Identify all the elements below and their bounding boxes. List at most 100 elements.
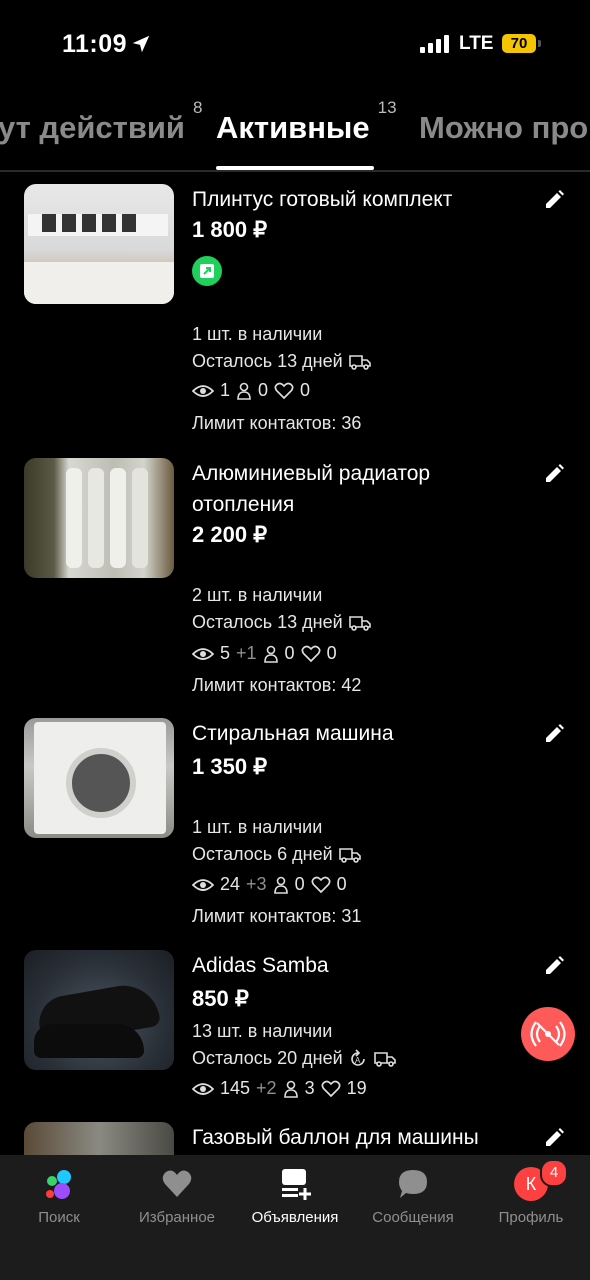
nav-ads[interactable]: Объявления — [236, 1155, 354, 1255]
tab-count: 13 — [377, 97, 397, 117]
listing-photo[interactable] — [24, 458, 174, 578]
nav-label: Поиск — [38, 1209, 80, 1226]
stock-text: 1 шт. в наличии — [192, 817, 323, 837]
tab-count: 8 — [192, 97, 203, 117]
contacts-count: 3 — [304, 1078, 315, 1098]
days-left-row: Осталось 13 дней — [192, 351, 372, 372]
network-type: LTE — [459, 33, 494, 54]
status-tabs: ут действий 8 Активные 13 Можно про — [0, 96, 590, 172]
nav-label: Профиль — [498, 1209, 564, 1226]
favorites-count: 0 — [326, 643, 337, 663]
listings-icon — [282, 1169, 311, 1200]
views-delta: +3 — [246, 874, 267, 894]
status-bar: 11:09 LTE 70 — [0, 0, 590, 90]
listing-photo[interactable] — [24, 718, 174, 838]
favorites-count: 0 — [336, 874, 347, 894]
person-icon — [273, 876, 288, 894]
listing-photo[interactable] — [24, 184, 174, 304]
autorenew-icon: A — [350, 1049, 365, 1067]
views-count: 1 — [220, 380, 231, 400]
broadcast-fab[interactable] — [521, 1007, 575, 1061]
nav-search[interactable]: Поиск — [0, 1155, 118, 1255]
battery-icon: 70 — [502, 34, 536, 53]
divider — [0, 170, 590, 172]
delivery-truck-icon — [373, 1052, 396, 1068]
favorites-count: 19 — [346, 1078, 367, 1098]
listing-title[interactable]: Плинтус готовый комплект — [192, 184, 522, 215]
contacts-count: 0 — [294, 874, 305, 894]
location-arrow-icon — [132, 35, 150, 53]
listing-price: 2 200 ₽ — [192, 522, 268, 547]
contact-limit: Лимит контактов: 36 — [192, 413, 362, 433]
stats-row: 5 +1 0 0 — [192, 643, 337, 664]
stats-row: 145 +2 3 19 — [192, 1078, 367, 1099]
days-left-text: Осталось 13 дней — [192, 351, 343, 371]
stock-text: 1 шт. в наличии — [192, 324, 323, 344]
nav-favorites[interactable]: Избранное — [118, 1155, 236, 1255]
pencil-icon[interactable] — [542, 722, 566, 746]
tab-label: Активные — [216, 110, 370, 145]
favorites-count: 0 — [300, 380, 311, 400]
bottom-nav: Поиск Избранное Объявления Сообщения К 4… — [0, 1155, 590, 1280]
tab-label: ут действий — [0, 110, 185, 145]
listing-photo[interactable] — [24, 950, 174, 1070]
heart-icon — [321, 1080, 341, 1097]
chat-bubble-icon — [399, 1170, 427, 1198]
pencil-icon[interactable] — [542, 462, 566, 486]
contact-limit: Лимит контактов: 31 — [192, 906, 362, 926]
views-count: 145 — [220, 1078, 251, 1098]
nav-label: Избранное — [138, 1209, 216, 1226]
views-delta: +1 — [236, 643, 257, 663]
listing-photo[interactable] — [24, 1122, 174, 1155]
views-count: 24 — [220, 874, 241, 894]
heart-icon — [301, 645, 321, 662]
person-icon — [283, 1080, 298, 1098]
eye-icon — [192, 878, 214, 891]
nav-profile[interactable]: К 4 Профиль — [472, 1155, 590, 1255]
views-count: 5 — [220, 643, 231, 663]
signal-icon — [420, 35, 450, 53]
nav-label: Объявления — [251, 1209, 339, 1226]
days-left-text: Осталось 20 дней — [192, 1048, 343, 1068]
stats-row: 1 0 0 — [192, 380, 310, 401]
battery-tip — [538, 40, 541, 47]
tab-label: Можно про — [419, 110, 589, 145]
eye-icon — [192, 647, 214, 660]
days-left-text: Осталось 6 дней — [192, 844, 333, 864]
heart-icon — [274, 382, 294, 399]
days-left-row: Осталось 20 дней A — [192, 1048, 397, 1069]
tab-can-promote[interactable]: Можно про — [419, 110, 588, 146]
person-icon — [263, 645, 278, 663]
listing-price: 850 ₽ — [192, 986, 249, 1011]
days-left-row: Осталось 6 дней — [192, 844, 362, 865]
tab-awaiting-action[interactable]: ут действий 8 — [0, 98, 202, 146]
listing-title[interactable]: Газовый баллон для машины — [192, 1122, 522, 1153]
promo-arrow-icon[interactable] — [192, 256, 222, 286]
listing-title[interactable]: Adidas Samba — [192, 950, 522, 981]
broadcast-off-icon — [530, 1021, 566, 1047]
stock-text: 2 шт. в наличии — [192, 585, 323, 605]
views-delta: +2 — [256, 1078, 277, 1098]
stock-text: 13 шт. в наличии — [192, 1021, 333, 1041]
person-icon — [237, 382, 251, 400]
pencil-icon[interactable] — [542, 1126, 566, 1150]
pencil-icon[interactable] — [542, 954, 566, 978]
listing-title[interactable]: Стиральная машина — [192, 718, 522, 749]
heart-icon — [162, 1170, 192, 1197]
stats-row: 24 +3 0 0 — [192, 874, 347, 895]
contacts-count: 0 — [258, 380, 269, 400]
days-left-text: Осталось 13 дней — [192, 612, 343, 632]
pencil-icon[interactable] — [542, 188, 566, 212]
listing-price: 1 350 ₽ — [192, 754, 268, 779]
eye-icon — [192, 384, 214, 397]
contacts-count: 0 — [284, 643, 295, 663]
days-left-row: Осталось 13 дней — [192, 612, 372, 633]
listing-price: 1 800 ₽ — [192, 217, 268, 242]
listing-title[interactable]: Алюминиевый радиатор отопления — [192, 458, 522, 520]
nav-label: Сообщения — [372, 1209, 454, 1226]
delivery-truck-icon — [338, 848, 361, 864]
nav-messages[interactable]: Сообщения — [354, 1155, 472, 1255]
heart-icon — [311, 876, 331, 893]
svg-text:A: A — [355, 1056, 361, 1065]
tab-active[interactable]: Активные 13 — [216, 98, 397, 146]
